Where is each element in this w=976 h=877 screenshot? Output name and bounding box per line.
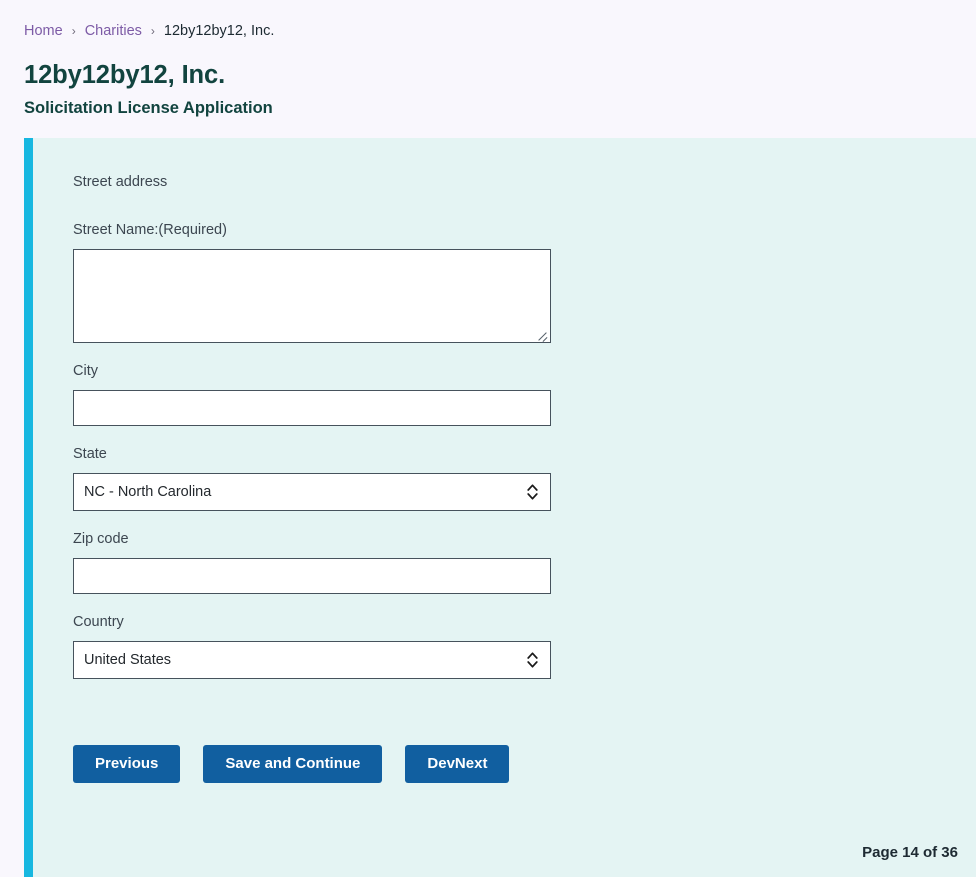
breadcrumb-item-charities[interactable]: Charities — [85, 21, 142, 41]
breadcrumb-item-home[interactable]: Home — [24, 21, 63, 41]
field-label-street-name: Street Name:(Required) — [73, 222, 227, 238]
form-panel-body: Street address Street Name:(Required) Ci… — [33, 138, 976, 877]
page-counter: Page 14 of 36 — [862, 844, 958, 861]
dev-next-button[interactable]: DevNext — [405, 745, 510, 783]
panel-accent-bar — [24, 138, 33, 877]
field-country: Country United States — [73, 614, 976, 679]
field-zip-code: Zip code — [73, 531, 976, 594]
section-heading-street-address: Street address — [73, 174, 168, 190]
city-input[interactable] — [73, 390, 551, 426]
country-select[interactable]: United States — [73, 641, 551, 679]
field-street-name: Street Name:(Required) — [73, 222, 976, 343]
field-label-state: State — [73, 446, 107, 462]
street-name-textarea[interactable] — [73, 249, 551, 343]
field-label-zip-code: Zip code — [73, 531, 129, 547]
previous-button[interactable]: Previous — [73, 745, 181, 783]
form-panel: Street address Street Name:(Required) Ci… — [24, 138, 976, 877]
state-select[interactable]: NC - North Carolina — [73, 473, 551, 511]
field-label-city: City — [73, 363, 98, 379]
country-select-wrapper: United States — [73, 641, 551, 679]
save-and-continue-button[interactable]: Save and Continue — [203, 745, 383, 783]
breadcrumb-item-current: 12by12by12, Inc. — [163, 23, 275, 39]
street-name-textarea-wrapper — [73, 249, 551, 343]
breadcrumb-separator-icon: › — [71, 24, 76, 38]
breadcrumb-separator-icon: › — [150, 24, 155, 38]
breadcrumb: Home › Charities › 12by12by12, Inc. — [0, 0, 976, 41]
page-title: 12by12by12, Inc. — [24, 61, 226, 89]
state-select-wrapper: NC - North Carolina — [73, 473, 551, 511]
page-subtitle: Solicitation License Application — [24, 99, 273, 117]
field-city: City — [73, 363, 976, 426]
field-state: State NC - North Carolina — [73, 446, 976, 511]
form-actions: Previous Save and Continue DevNext — [73, 745, 976, 783]
field-label-country: Country — [73, 614, 124, 630]
zip-code-input[interactable] — [73, 558, 551, 594]
